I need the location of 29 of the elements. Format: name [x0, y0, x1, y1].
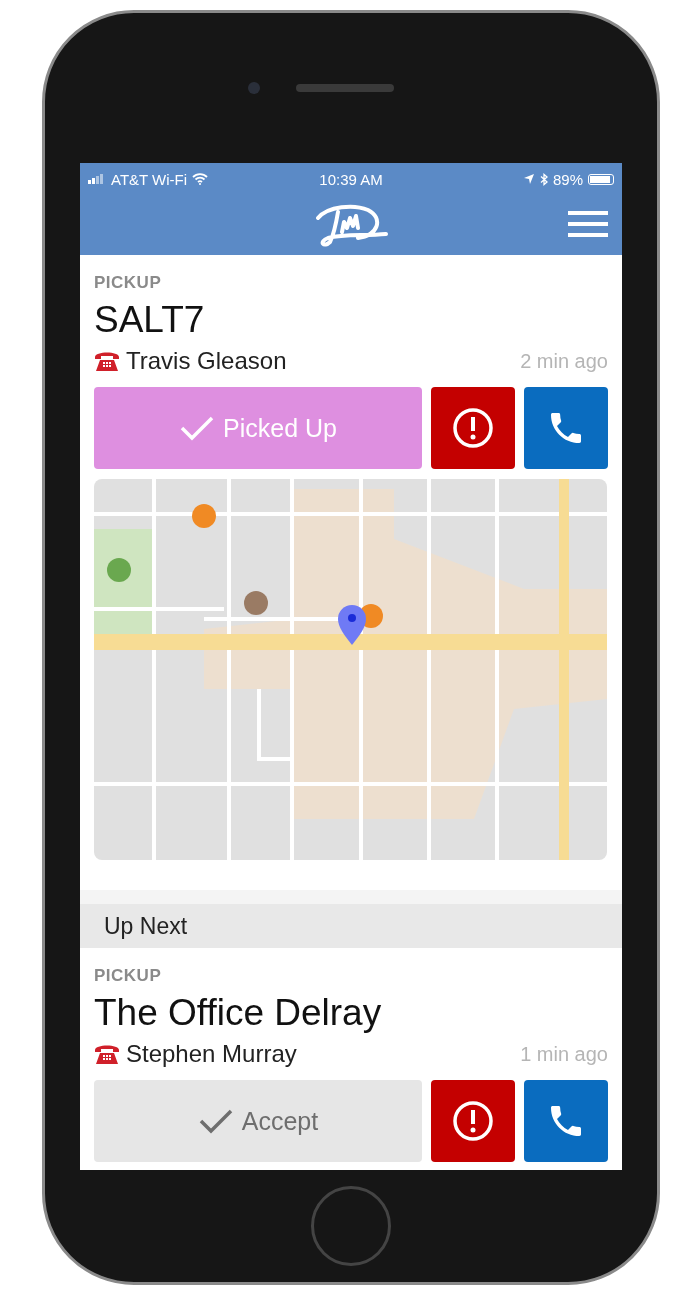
battery-percent: 89% — [552, 170, 583, 188]
alert-button[interactable] — [431, 387, 515, 469]
status-button[interactable]: Accept — [94, 1080, 422, 1162]
battery-icon — [588, 173, 614, 185]
venue-name: The Office Delray — [94, 992, 383, 1034]
contact-name: Stephen Murray — [126, 1040, 297, 1068]
time-ago: 2 min ago — [520, 349, 608, 373]
exclamation-icon — [452, 1100, 494, 1142]
clock-time: 10:39 AM — [319, 170, 383, 188]
exclamation-icon — [452, 407, 494, 449]
contact-name: Travis Gleason — [126, 347, 287, 375]
menu-button[interactable] — [568, 210, 608, 238]
alert-button[interactable] — [431, 1080, 515, 1162]
camera-icon — [248, 82, 260, 94]
checkmark-icon — [179, 415, 215, 441]
section-title: Up Next — [104, 912, 188, 940]
venue-name: SALT7 — [94, 299, 206, 341]
wifi-icon — [192, 173, 209, 185]
job-type-label: PICKUP — [94, 273, 163, 293]
time-ago: 1 min ago — [520, 1042, 608, 1066]
call-button[interactable] — [524, 1080, 608, 1162]
carrier-label: AT&T Wi-Fi — [111, 170, 188, 188]
checkmark-icon — [197, 1108, 234, 1134]
status-button[interactable]: Picked Up — [94, 387, 422, 469]
call-button[interactable] — [524, 387, 608, 469]
signal-icon — [88, 174, 106, 184]
bluetooth-icon — [539, 172, 548, 186]
location-arrow-icon — [522, 173, 535, 185]
job-type-label: PICKUP — [94, 966, 163, 986]
